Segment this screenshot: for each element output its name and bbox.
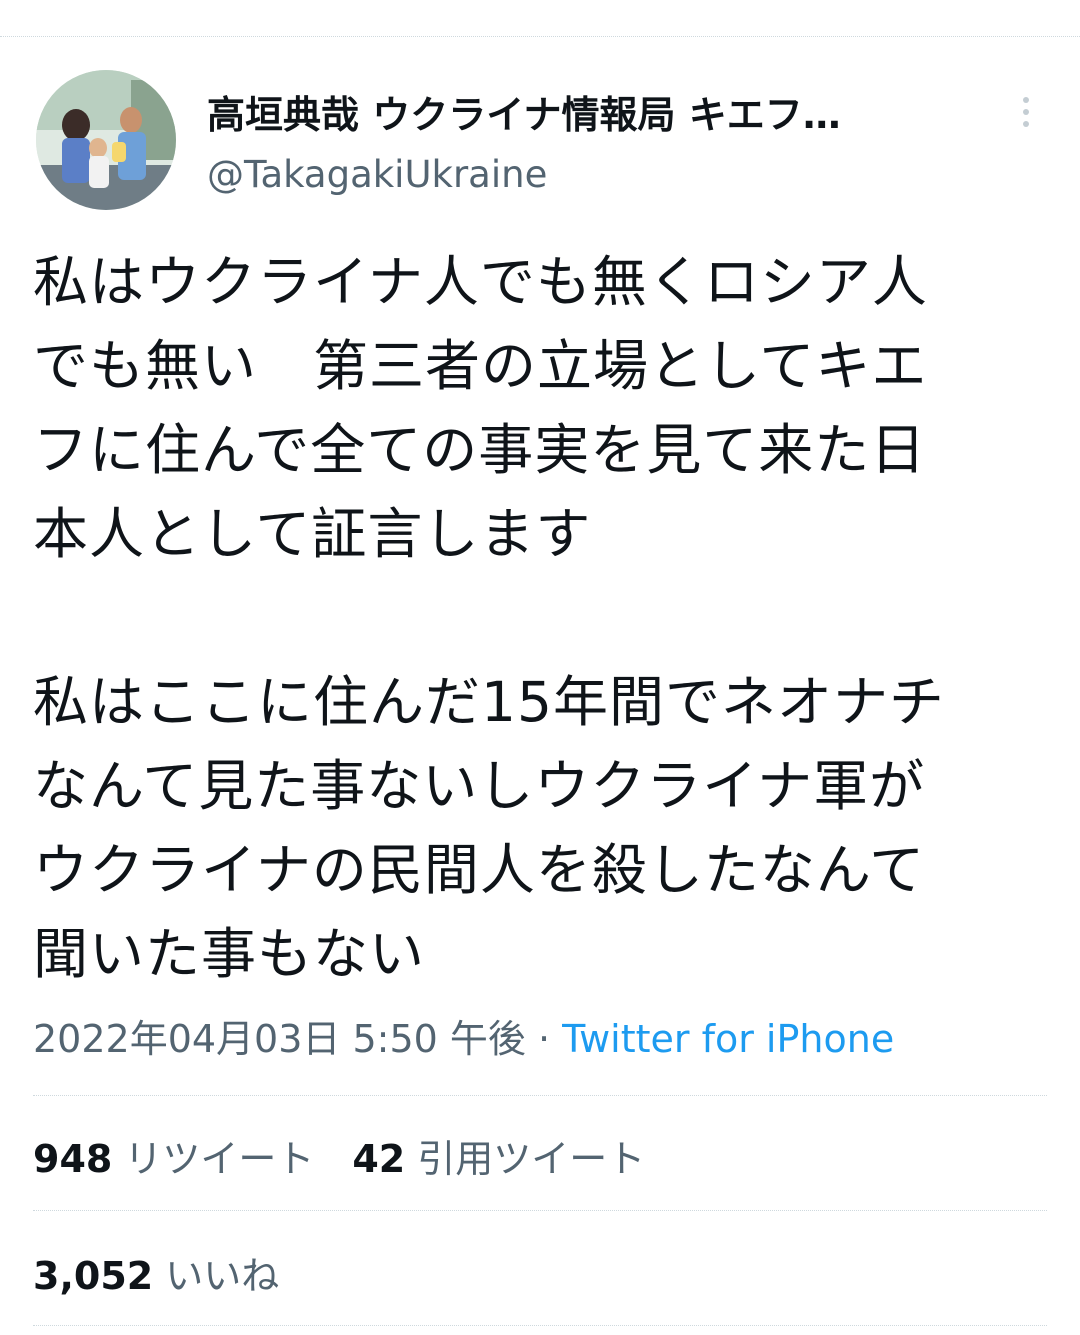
author-name[interactable]: 高垣典哉 ウクライナ情報局 キエフ… <box>207 84 841 139</box>
timestamp[interactable]: 2022年04月03日 5:50 午後 <box>33 1017 526 1061</box>
dot <box>1023 97 1029 103</box>
dot <box>1023 109 1029 115</box>
retweets-link[interactable]: 948 リツイート <box>33 1128 314 1183</box>
tweet-text: 私はウクライナ人でも無くロシア人 でも無い 第三者の立場としてキエ フに住んで全… <box>33 250 945 986</box>
avatar-photo <box>36 70 176 210</box>
more-options-icon[interactable] <box>1006 92 1046 132</box>
like-label: いいね <box>165 1254 280 1298</box>
divider <box>33 1325 1047 1326</box>
retweet-stats: 948 リツイート 42 引用ツイート <box>33 1128 645 1183</box>
top-divider <box>0 36 1080 37</box>
divider <box>33 1210 1047 1211</box>
retweet-count: 948 <box>33 1137 113 1181</box>
avatar[interactable] <box>36 70 176 210</box>
divider <box>33 1095 1047 1096</box>
author-handle[interactable]: @TakagakiUkraine <box>207 153 547 196</box>
quote-count: 42 <box>352 1137 406 1181</box>
like-count: 3,052 <box>33 1254 154 1298</box>
tweet-detail: 高垣典哉 ウクライナ情報局 キエフ… @TakagakiUkraine 私はウク… <box>0 0 1080 1335</box>
tweet-meta: 2022年04月03日 5:50 午後 · Twitter for iPhone <box>33 1008 894 1063</box>
source-link[interactable]: Twitter for iPhone <box>562 1017 894 1061</box>
quotes-link[interactable]: 42 引用ツイート <box>352 1128 645 1183</box>
like-stats: 3,052 いいね <box>33 1245 279 1300</box>
dot <box>1023 121 1029 127</box>
quote-label: 引用ツイート <box>417 1137 646 1181</box>
meta-separator: · <box>525 1017 563 1061</box>
retweet-label: リツイート <box>124 1137 315 1181</box>
likes-link[interactable]: 3,052 いいね <box>33 1245 279 1300</box>
